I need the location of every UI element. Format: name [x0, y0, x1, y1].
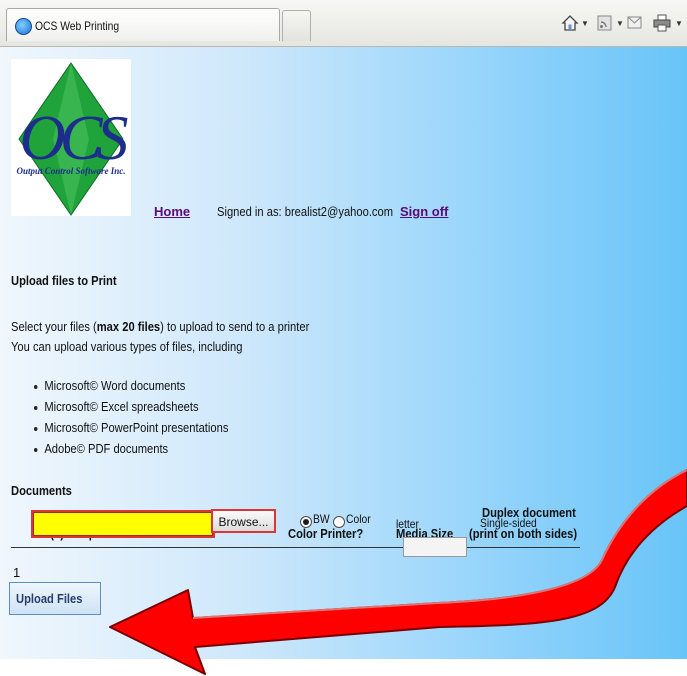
upload-files-button[interactable]: Upload Files — [9, 582, 101, 615]
page-title: Upload files to Print — [11, 273, 117, 288]
logo-letters: OCS — [20, 102, 128, 173]
signed-in-text: Signed in as: brealist2@yahoo.com — [217, 204, 394, 219]
list-item: Adobe© PDF documents — [34, 438, 228, 459]
file-path-input[interactable] — [31, 510, 215, 538]
new-tab-button[interactable] — [282, 10, 311, 41]
browser-tab[interactable]: OCS Web Printing — [6, 8, 280, 41]
media-size-select[interactable] — [403, 537, 467, 557]
chevron-down-icon[interactable]: ▼ — [581, 19, 589, 28]
logo-company-name: Output Control Software Inc. — [16, 166, 125, 176]
list-item: Microsoft© Word documents — [34, 375, 228, 396]
feeds-icon[interactable] — [597, 14, 613, 32]
upload-intro-line2: You can upload various types of files, i… — [11, 339, 243, 354]
read-mail-icon[interactable] — [627, 14, 643, 32]
chevron-down-icon[interactable]: ▼ — [616, 19, 624, 28]
browse-button[interactable]: Browse... — [211, 509, 276, 533]
page-bottom-margin — [0, 659, 687, 676]
bw-radio[interactable] — [300, 513, 312, 531]
documents-heading: Documents — [11, 483, 72, 498]
duplex-value: Single-sided — [480, 516, 537, 530]
file-types-list: Microsoft© Word documents Microsoft© Exc… — [34, 375, 228, 459]
color-label: Color — [346, 512, 371, 526]
bw-label: BW — [313, 512, 330, 526]
home-link[interactable]: Home — [154, 204, 190, 219]
table-divider — [11, 547, 580, 548]
tab-title: OCS Web Printing — [35, 19, 120, 33]
browser-toolbar: OCS Web Printing ▼ ▼ ▼ — [0, 0, 687, 47]
ocs-logo: OCS Output Control Software Inc. — [11, 59, 131, 216]
media-size-value: letter — [396, 517, 419, 531]
chevron-down-icon[interactable]: ▼ — [675, 19, 683, 28]
upload-intro: Select your files (max 20 files) to uplo… — [11, 319, 310, 334]
home-icon[interactable] — [561, 14, 579, 32]
row-index: 1 — [13, 565, 21, 580]
print-icon[interactable] — [653, 14, 671, 32]
list-item: Microsoft© Excel spreadsheets — [34, 396, 228, 417]
list-item: Microsoft© PowerPoint presentations — [34, 417, 228, 438]
color-radio[interactable] — [333, 513, 345, 531]
sign-off-link[interactable]: Sign off — [400, 204, 448, 219]
web-page: OCS Output Control Software Inc. Home Si… — [0, 47, 687, 659]
ie-icon — [15, 18, 32, 35]
